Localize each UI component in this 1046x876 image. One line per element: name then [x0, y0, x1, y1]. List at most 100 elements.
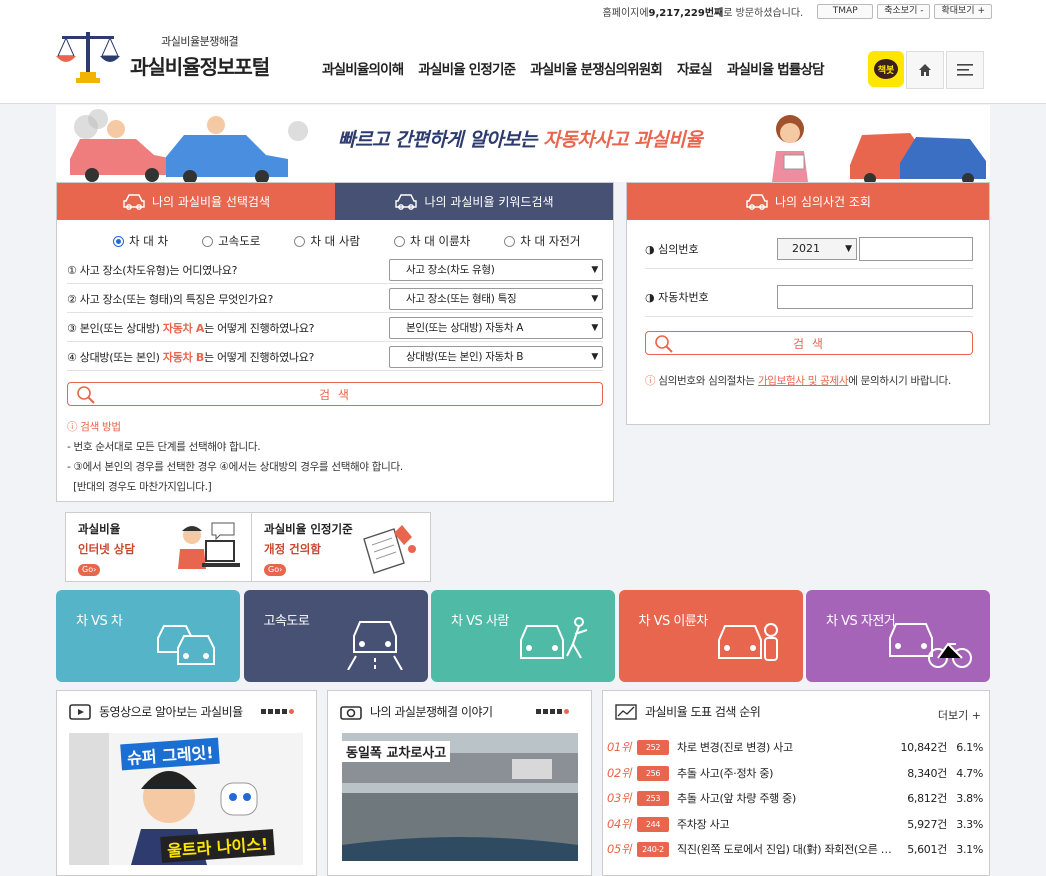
case-note: ⓘ 심의번호와 심의절차는 가입보험사 및 공제사에 문의하시기 바랍니다. [645, 375, 951, 387]
select-place-feature[interactable]: 사고 장소(또는 형태) 특징 ▼ [389, 287, 603, 310]
ranking-row[interactable]: 01위 252 차로 변경(진로 변경) 사고 10,842건 6.1% [607, 734, 987, 760]
video-panel-title: 동영상으로 알아보는 과실비율 [99, 705, 243, 719]
menu-button[interactable] [946, 51, 984, 89]
chatbot-icon: 책봇 [874, 59, 898, 79]
logo-subtitle: 과실비율분쟁해결 [161, 34, 239, 48]
woman-and-cars-illustration [772, 115, 986, 182]
search-icon [77, 386, 95, 404]
ranking-row[interactable]: 04위 244 주차장 사고 5,927건 3.3% [607, 811, 987, 837]
nav-item-legal-consult[interactable]: 과실비율 법률상담 [727, 58, 825, 78]
ranking-more-link[interactable]: 더보기 + [938, 707, 981, 723]
banner-slogan: 빠르고 간편하게 알아보는 자동차사고 과실비율 [338, 129, 703, 151]
main-nav: 과실비율의이해 과실비율 인정기준 과실비율 분쟁심의위원회 자료실 과실비율 … [322, 58, 839, 78]
kakao-chatbot-button[interactable]: 책봇 [868, 51, 904, 87]
tab-keyword-search-label: 나의 과실비율 키워드검색 [424, 195, 554, 209]
radio-button[interactable] [504, 235, 516, 247]
radio-car-vs-car[interactable]: 차 대 차 [113, 233, 168, 249]
chevron-down-icon: ▼ [591, 322, 598, 333]
case-lookup-header: 나의 심의사건 조회 [627, 183, 989, 220]
car-icon [123, 193, 145, 210]
question-label: ① 사고 장소(차도유형)는 어디였나요? [67, 263, 238, 277]
help-title: 검색 방법 [80, 421, 121, 433]
select-car-a[interactable]: 본인(또는 상대방) 자동차 A ▼ [389, 316, 603, 339]
radio-car-vs-pedestrian[interactable]: 차 대 사람 [294, 233, 360, 249]
chevron-down-icon: ▼ [591, 264, 598, 275]
radio-button-selected[interactable] [113, 235, 124, 247]
car-motorcycle-icon [717, 623, 778, 661]
tab-keyword-search[interactable]: 나의 과실비율 키워드검색 [335, 183, 613, 220]
go-button[interactable]: Go› [78, 564, 101, 576]
ranking-row[interactable]: 02위 256 추돌 사고(주·정차 중) 8,340건 4.7% [607, 760, 987, 786]
internet-consult-card[interactable]: 과실비율 인터넷 상담 Go› [65, 512, 255, 582]
zoom-out-button[interactable]: 축소보기 - [877, 4, 931, 19]
nav-item-library[interactable]: 자료실 [677, 58, 713, 78]
zoom-in-button[interactable]: 확대보기 + [934, 4, 992, 19]
question-row-1: ① 사고 장소(차도유형)는 어디였나요? 사고 장소(차도 유형) ▼ [67, 256, 603, 284]
nav-item-standards[interactable]: 과실비율 인정기준 [418, 58, 516, 78]
tmap-button[interactable]: TMAP [817, 4, 874, 19]
question-row-3: ③ 본인(또는 상대방) 자동차 A는 어떻게 진행하였나요? 본인(또는 상대… [67, 314, 603, 342]
question-row-2: ② 사고 장소(또는 형태)의 특징은 무엇인가요? 사고 장소(또는 형태) … [67, 285, 603, 313]
ranking-row[interactable]: 05위 240-2 직진(왼쪽 도로에서 진입) 대(對) 좌회전(오른 … 5,60… [607, 836, 987, 862]
question-label: ④ 상대방(또는 본인) 자동차 B는 어떻게 진행하였나요? [67, 350, 315, 364]
case-lookup-title: 나의 심의사건 조회 [775, 195, 871, 209]
case-lookup-panel: 나의 심의사건 조회 ◑ 심의번호 2021 ▼ ◑ 자동차번호 검 색 ⓘ 심의… [626, 182, 990, 425]
category-car-vs-pedestrian[interactable]: 차 VS 사람 [431, 590, 615, 682]
slider-dots[interactable] [259, 709, 294, 714]
search-icon [655, 335, 673, 353]
standards-suggestion-card[interactable]: 과실비율 인정기준 개정 건의함 Go› [251, 512, 431, 582]
car-accident-illustration [70, 109, 308, 182]
category-car-vs-car[interactable]: 차 VS 차 [56, 590, 240, 682]
year-select[interactable]: 2021 ▼ [777, 237, 857, 260]
slider-dots[interactable] [534, 709, 569, 714]
search-button[interactable]: 검 색 [67, 382, 603, 406]
nav-item-committee[interactable]: 과실비율 분쟁심의위원회 [530, 58, 663, 78]
radio-button[interactable] [202, 235, 214, 247]
tab-select-search[interactable]: 나의 과실비율 선택검색 [57, 183, 335, 220]
search-button-label: 검 색 [319, 387, 351, 402]
radio-car-vs-motorcycle[interactable]: 차 대 이륜차 [394, 233, 470, 249]
case-number-label: 심의번호 [658, 242, 699, 256]
insurer-link[interactable]: 가입보험사 및 공제사 [758, 375, 849, 387]
category-car-vs-bicycle[interactable]: 차 VS 자전거 [806, 590, 990, 682]
video-panel: 동영상으로 알아보는 과실비율 슈퍼 그레잇! 울트라 나이스! [56, 690, 317, 876]
home-button[interactable] [906, 51, 944, 89]
case-number-input[interactable] [859, 236, 973, 261]
car-number-label: 자동차번호 [658, 290, 709, 304]
header-icons: 책봇 [868, 51, 984, 89]
highway-car-icon [346, 621, 403, 670]
nav-item-understanding[interactable]: 과실비율의이해 [322, 58, 404, 78]
radio-button[interactable] [294, 235, 306, 247]
car-number-row: ◑ 자동차번호 [645, 277, 973, 317]
story-thumb-caption: 동일폭 교차로사고 [342, 741, 451, 762]
car-pedestrian-icon [520, 617, 588, 659]
help-line: [반대의 경우도 마찬가지입니다.] [67, 481, 212, 493]
site-logo[interactable]: 과실비율분쟁해결 과실비율정보포털 [56, 26, 270, 86]
car-number-input[interactable] [777, 284, 973, 309]
category-highway[interactable]: 고속도로 [243, 590, 428, 682]
video-thumbnail[interactable]: 슈퍼 그레잇! 울트라 나이스! [69, 733, 303, 865]
chevron-down-icon: ▼ [591, 293, 598, 304]
help-line: - 번호 순서대로 모든 단계를 선택해야 합니다. [67, 441, 261, 453]
story-thumbnail[interactable]: 동일폭 교차로사고 [342, 733, 578, 861]
two-cars-icon [157, 625, 215, 665]
question-label: ③ 본인(또는 상대방) 자동차 A는 어떻게 진행하였나요? [67, 321, 315, 335]
ranking-row[interactable]: 03위 253 추돌 사고(앞 차량 주행 중) 6,812건 3.8% [607, 785, 987, 811]
radio-button[interactable] [394, 235, 406, 247]
category-car-vs-motorcycle[interactable]: 차 VS 이륜차 [618, 590, 803, 682]
hero-banner[interactable]: 빠르고 간편하게 알아보는 자동차사고 과실비율 [56, 105, 990, 182]
hamburger-icon [957, 64, 973, 76]
header: 홈페이지에 9,217,229번째 로 방문하셨습니다. TMAP 축소보기 -… [0, 0, 1046, 104]
case-search-button[interactable]: 검 색 [645, 331, 973, 355]
chevron-down-icon: ▼ [591, 351, 598, 362]
video-icon [69, 703, 91, 720]
radio-highway[interactable]: 고속도로 [202, 233, 260, 249]
radio-car-vs-bicycle[interactable]: 차 대 자전거 [504, 233, 580, 249]
select-car-b[interactable]: 상대방(또는 본인) 자동차 B ▼ [389, 345, 603, 368]
help-line: - ③에서 본인의 경우를 선택한 경우 ④에서는 상대방의 경우를 선택해야 … [67, 461, 403, 473]
go-button[interactable]: Go› [264, 564, 287, 576]
search-help: ⓘ 검색 방법 - 번호 순서대로 모든 단계를 선택해야 합니다. - ③에서… [67, 417, 403, 497]
select-accident-place[interactable]: 사고 장소(차도 유형) ▼ [389, 258, 603, 281]
top-utility-bar: 홈페이지에 9,217,229번째 로 방문하셨습니다. TMAP 축소보기 -… [603, 4, 992, 19]
line-chart-icon [615, 703, 637, 720]
